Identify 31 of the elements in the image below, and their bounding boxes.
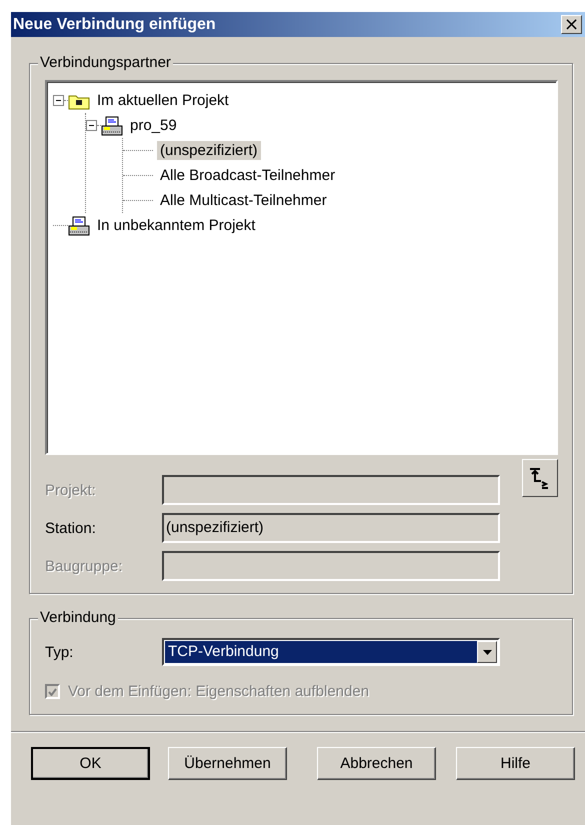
dialog-button[interactable]: OK [31, 747, 150, 780]
close-button[interactable]: × [561, 15, 582, 34]
group-title: Verbindung [38, 609, 118, 626]
collapse-toggle[interactable] [86, 120, 97, 131]
collapse-toggle[interactable] [53, 95, 64, 106]
station-icon [68, 216, 90, 236]
tree-view[interactable]: Im aktuellen Projekt pro_59 (unspezifiziert) Alle Broadcast-Teilnehmer Alle Multicast-Teilnehmer In unbekanntem Projekt [45, 80, 558, 455]
text-field[interactable] [162, 475, 500, 505]
dialog-button[interactable]: Abbrechen [317, 747, 436, 780]
group-title: Verbindungspartner [38, 54, 173, 71]
tree-item[interactable]: pro_59 [127, 116, 180, 135]
station-icon [101, 116, 123, 136]
tree-item[interactable]: (unspezifiziert) [157, 141, 261, 160]
tree-item[interactable]: Im aktuellen Projekt [94, 91, 232, 110]
text-field[interactable]: (unspezifiziert) [162, 513, 500, 543]
dialog-button[interactable]: Hilfe [456, 747, 575, 780]
tree-item[interactable]: Alle Multicast-Teilnehmer [157, 191, 330, 210]
field-label: Baugruppe: [45, 558, 124, 574]
tree-item[interactable]: Alle Broadcast-Teilnehmer [157, 166, 338, 185]
field-label: Typ: [45, 644, 74, 660]
check-icon [48, 688, 57, 696]
field-label: Projekt: [45, 482, 97, 498]
tree-item[interactable]: In unbekanntem Projekt [94, 216, 258, 235]
dropdown-arrow-icon [482, 650, 492, 654]
text-field[interactable] [162, 551, 500, 581]
up-arrow-button[interactable] [522, 459, 558, 497]
dialog-button[interactable]: Übernehmen [168, 747, 287, 780]
field-label: Station: [45, 520, 97, 536]
window-title: Neue Verbindung einfügen [13, 16, 216, 34]
checkbox-label: Vor dem Einfügen: Eigenschaften aufblenden [68, 683, 370, 700]
type-dropdown[interactable]: TCP-Verbindung [162, 638, 500, 666]
